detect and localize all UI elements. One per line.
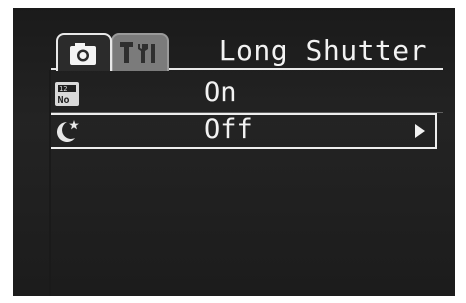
- setting-value: Off: [204, 114, 253, 145]
- tools-icon: [120, 42, 155, 63]
- tab-setup[interactable]: [111, 33, 169, 71]
- svg-text:12: 12: [59, 85, 67, 93]
- submenu-arrow-icon[interactable]: [415, 124, 425, 138]
- setting-value: On: [204, 77, 237, 108]
- menu-row-file-number[interactable]: 12 No On: [51, 77, 443, 113]
- menu-header: Long Shutter: [13, 8, 455, 71]
- svg-text:No: No: [58, 95, 70, 106]
- file-number-icon: 12 No: [53, 79, 83, 113]
- night-scene-icon: [53, 116, 83, 150]
- camera-icon: [70, 43, 96, 65]
- camera-lcd-screen: Long Shutter 12 No On Off: [13, 8, 455, 296]
- menu-row-night-scene[interactable]: Off: [51, 113, 437, 149]
- tab-shooting[interactable]: [56, 33, 112, 71]
- page-title: Long Shutter: [218, 34, 427, 67]
